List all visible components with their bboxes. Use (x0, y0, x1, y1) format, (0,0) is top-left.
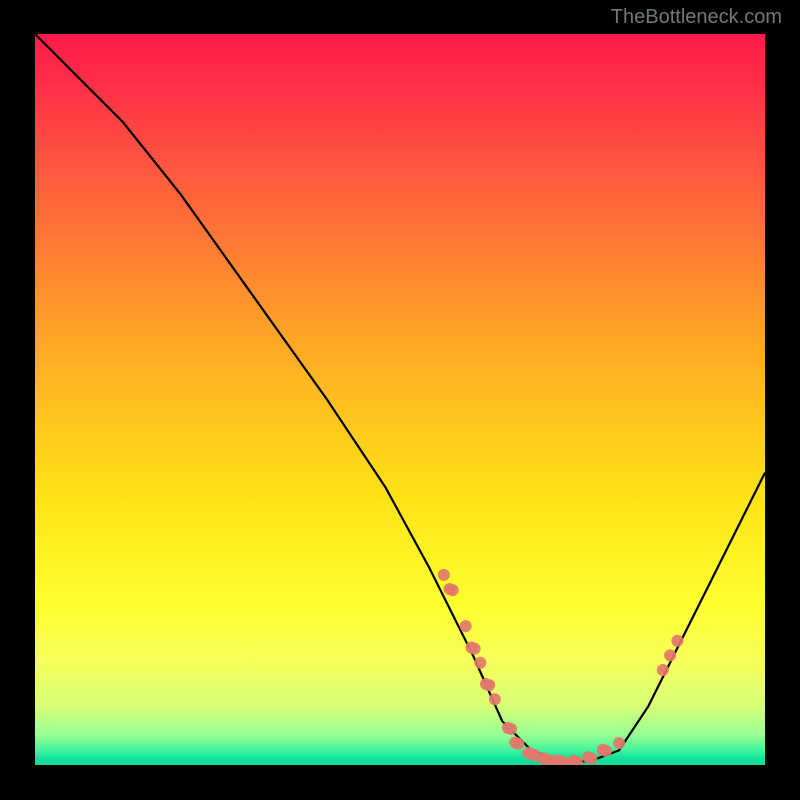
attribution-text: TheBottleneck.com (611, 6, 782, 29)
chart-area (35, 34, 765, 765)
chart-background-gradient (35, 34, 765, 765)
page-root: TheBottleneck.com (0, 0, 800, 800)
